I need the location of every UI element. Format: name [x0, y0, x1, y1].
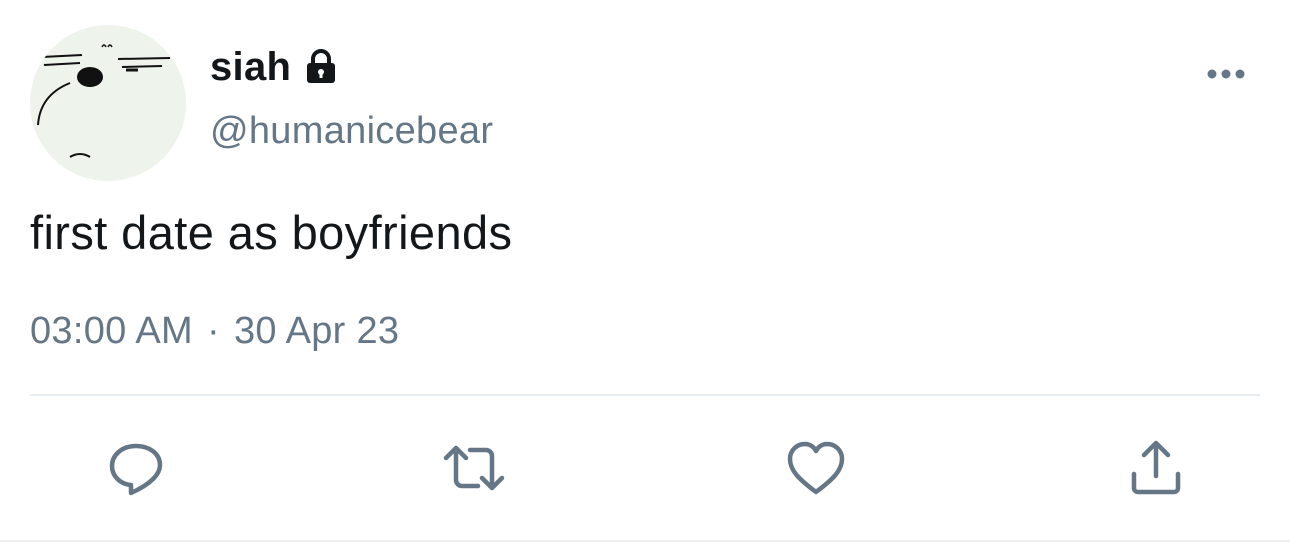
display-name[interactable]: siah — [210, 45, 291, 90]
timestamp[interactable]: 03:00 AM · 30 Apr 23 — [30, 310, 399, 353]
user-handle[interactable]: @humanicebear — [210, 110, 493, 153]
heart-icon — [787, 441, 845, 495]
tweet-card: siah @humanicebear first date as boyfrie… — [0, 0, 1290, 558]
tweet-text: first date as boyfriends — [30, 206, 513, 259]
reply-icon — [109, 443, 163, 496]
name-row: siah — [210, 42, 341, 92]
bottom-divider — [0, 540, 1290, 542]
tweet-date: 30 Apr 23 — [233, 310, 400, 352]
avatar-bear-face-icon — [30, 25, 186, 181]
like-button[interactable] — [784, 436, 848, 500]
tweet-time: 03:00 AM — [30, 310, 193, 352]
more-horizontal-icon[interactable] — [1202, 62, 1250, 86]
reply-button[interactable] — [104, 436, 168, 500]
retweet-button[interactable] — [442, 436, 506, 500]
timestamp-separator: · — [206, 310, 220, 352]
retweet-icon — [443, 445, 505, 491]
lock-icon — [301, 47, 341, 87]
share-icon — [1131, 440, 1181, 495]
share-button[interactable] — [1124, 436, 1188, 500]
avatar[interactable] — [30, 25, 186, 181]
divider — [30, 394, 1260, 396]
